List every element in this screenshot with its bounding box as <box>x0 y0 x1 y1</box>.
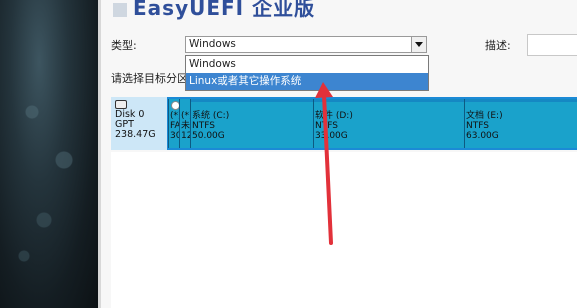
app-title-text: EasyUEFI 企业版 <box>133 0 316 20</box>
partition-size: 128 <box>181 131 190 141</box>
partition-fs: 未 <box>181 121 190 131</box>
type-label: 类型: <box>111 39 137 52</box>
description-label: 描述: <box>485 39 511 52</box>
disk-size: 238.47G <box>115 129 156 140</box>
partition-fs: NTFS <box>192 121 215 131</box>
partition-fs: FA <box>170 121 179 131</box>
tree-silhouette <box>8 40 88 280</box>
dropdown-option-windows[interactable]: Windows <box>186 56 428 73</box>
disk-info[interactable]: Disk 0 GPT 238.47G <box>111 97 167 150</box>
app-logo-icon <box>113 2 127 17</box>
partition-usage-bar <box>191 99 313 102</box>
radio-icon <box>171 101 179 110</box>
partition-fs: NTFS <box>466 121 489 131</box>
partition-size: 300 <box>170 131 179 141</box>
type-combobox-value: Windows <box>189 38 236 50</box>
disk-icon <box>115 100 127 109</box>
partition-name: 系统 (C:) <box>192 111 230 121</box>
partition-usage-bar <box>314 99 464 102</box>
partition-efi[interactable]: (*) FA 300 <box>168 99 179 148</box>
app-title: EasyUEFI 企业版 <box>113 0 315 21</box>
partition-size: 33.00G <box>315 131 348 141</box>
disk-map: Disk 0 GPT 238.47G (*) FA 300 (*) 未 128 … <box>111 97 577 150</box>
partition-fs: NTFS <box>315 121 338 131</box>
chevron-down-icon[interactable] <box>411 36 427 53</box>
dropdown-option-linux[interactable]: Linux或者其它操作系统 <box>186 73 428 90</box>
partition-c[interactable]: 系统 (C:) NTFS 50.00G <box>190 99 313 148</box>
partition-size: 63.00G <box>466 131 499 141</box>
partition-size: 50.00G <box>192 131 225 141</box>
partition-usage-bar <box>465 99 577 102</box>
partition-name: (*) <box>170 111 179 121</box>
type-combobox[interactable]: Windows <box>185 36 427 53</box>
partition-name: (*) <box>181 111 190 121</box>
partition-e[interactable]: 文档 (E:) NTFS 63.00G <box>464 99 577 148</box>
partition-d[interactable]: 软件 (D:) NTFS 33.00G <box>313 99 464 148</box>
partition-msr[interactable]: (*) 未 128 <box>179 99 190 148</box>
description-field[interactable] <box>527 34 577 56</box>
partition-name: 文档 (E:) <box>466 111 503 121</box>
type-dropdown-list: Windows Linux或者其它操作系统 <box>185 55 429 91</box>
partition-details-area <box>111 152 577 308</box>
app-window: EasyUEFI 企业版 类型: Windows 描述: 请选择目标分区 Win… <box>98 0 577 308</box>
partition-name: 软件 (D:) <box>315 111 353 121</box>
select-partition-label: 请选择目标分区 <box>111 72 186 85</box>
desktop-background <box>0 0 98 308</box>
